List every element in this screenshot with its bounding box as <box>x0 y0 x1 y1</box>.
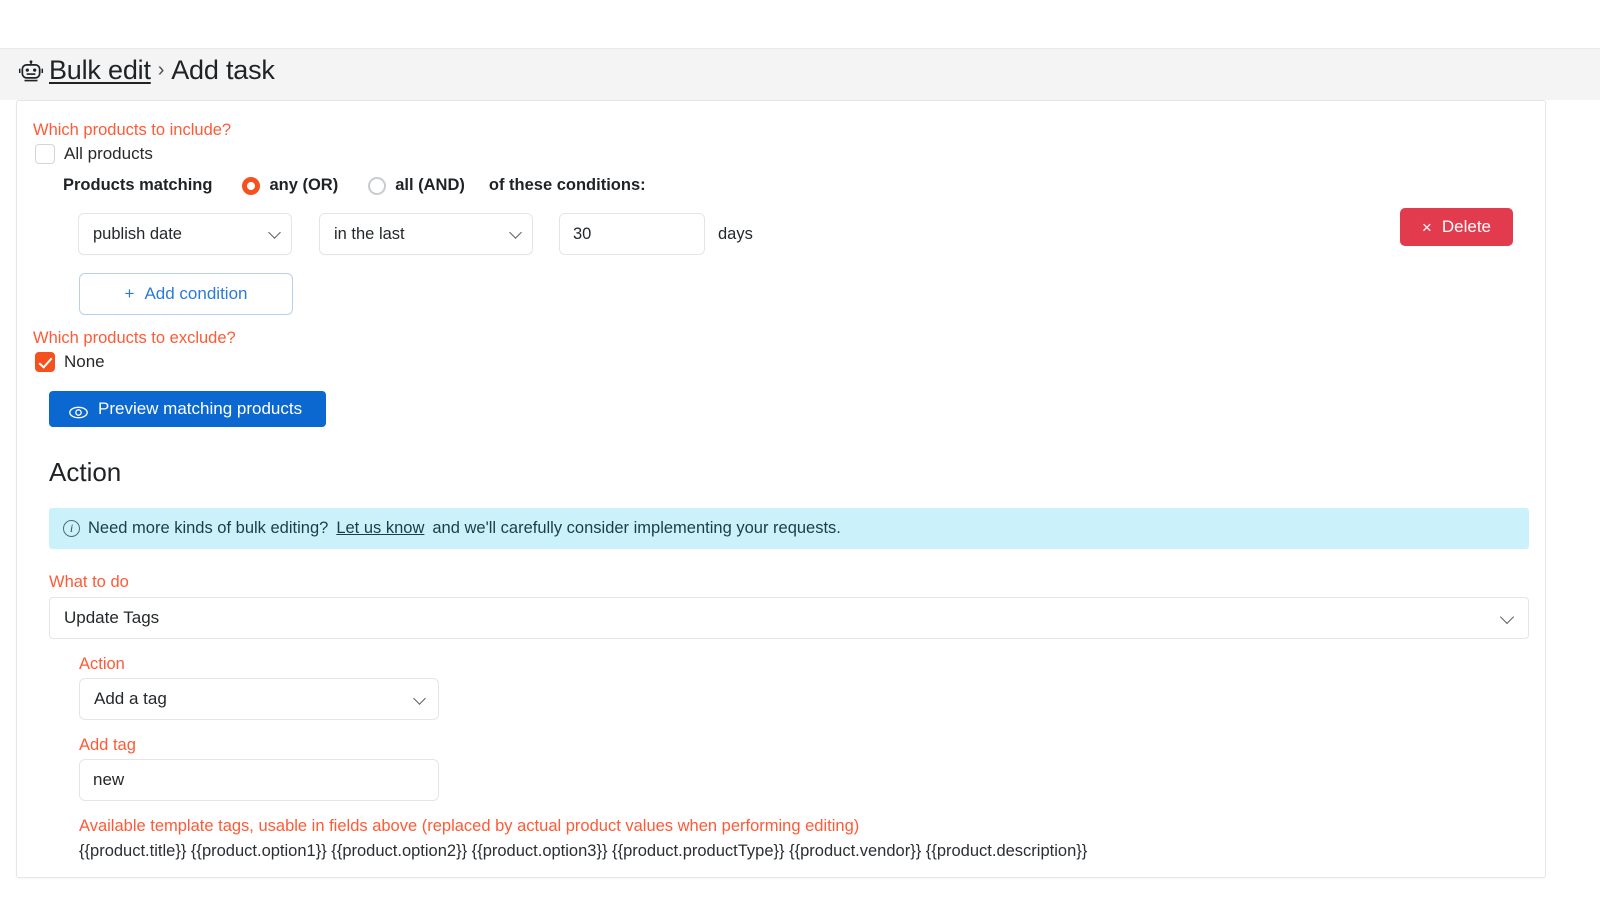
nested-action-select[interactable]: Add a tag <box>79 678 439 720</box>
plus-icon: + <box>125 284 135 304</box>
info-icon: i <box>63 520 80 537</box>
breadcrumb-separator: › <box>156 59 166 82</box>
what-to-do-select[interactable]: Update Tags <box>49 597 1529 639</box>
radio-any-or-label: any (OR) <box>269 176 338 195</box>
nested-action-value: Add a tag <box>94 689 167 709</box>
all-products-checkbox[interactable] <box>35 144 55 164</box>
radio-all-and[interactable]: all (AND) <box>368 176 465 195</box>
radio-any-or[interactable]: any (OR) <box>242 176 338 195</box>
close-icon: × <box>1422 219 1432 236</box>
delete-condition-label: Delete <box>1442 217 1491 237</box>
bulk-edit-page: Bulk edit › Add task Which products to i… <box>0 0 1600 900</box>
products-matching-label: Products matching <box>63 176 212 195</box>
condition-operator-select[interactable]: in the last <box>319 213 533 255</box>
info-banner-link[interactable]: Let us know <box>336 519 424 538</box>
robot-icon <box>18 60 44 86</box>
breadcrumb-link-bulk-edit[interactable]: Bulk edit <box>49 55 151 86</box>
preview-matching-products-label: Preview matching products <box>98 399 302 419</box>
condition-unit-label: days <box>718 225 753 244</box>
condition-field-select[interactable]: publish date <box>78 213 292 255</box>
condition-operator-value: in the last <box>334 225 405 244</box>
of-these-conditions-label: of these conditions: <box>489 176 646 195</box>
radio-all-and-input[interactable] <box>368 177 386 195</box>
action-section-title: Action <box>49 457 1529 488</box>
include-section-label: Which products to include? <box>33 119 1529 141</box>
condition-field-value: publish date <box>93 225 182 244</box>
products-matching-row: Products matching any (OR) all (AND) of … <box>63 176 1529 195</box>
chevron-down-icon <box>268 226 281 239</box>
breadcrumb: Bulk edit › Add task <box>18 55 275 86</box>
radio-any-or-input[interactable] <box>242 177 260 195</box>
all-products-row[interactable]: All products <box>35 144 1529 164</box>
chevron-down-icon <box>413 692 426 705</box>
eye-icon <box>69 404 88 417</box>
preview-matching-products-button[interactable]: Preview matching products <box>49 391 326 427</box>
exclude-none-checkbox[interactable] <box>35 352 55 372</box>
exclude-section-label: Which products to exclude? <box>33 327 1529 349</box>
action-details: Action Add a tag Add tag Available templ… <box>79 653 1529 861</box>
task-form-card: Which products to include? All products … <box>16 100 1546 878</box>
all-products-label: All products <box>64 144 153 164</box>
what-to-do-value: Update Tags <box>64 608 159 628</box>
add-tag-input[interactable] <box>79 759 439 801</box>
chevron-down-icon <box>1500 610 1514 624</box>
template-tags-list: {{product.title}} {{product.option1}} {{… <box>79 842 1529 861</box>
add-tag-label: Add tag <box>79 734 1529 756</box>
breadcrumb-current-add-task: Add task <box>171 55 274 86</box>
template-tags-help: Available template tags, usable in field… <box>79 817 1529 836</box>
what-to-do-label: What to do <box>49 571 1529 593</box>
exclude-none-label: None <box>64 352 105 372</box>
radio-all-and-label: all (AND) <box>395 176 465 195</box>
condition-row: publish date in the last days × Delete <box>78 213 1529 255</box>
nested-action-label: Action <box>79 653 1529 675</box>
add-condition-button[interactable]: + Add condition <box>79 273 293 315</box>
exclude-none-row[interactable]: None <box>35 352 1529 372</box>
condition-value-input[interactable] <box>559 213 705 255</box>
info-banner: i Need more kinds of bulk editing? Let u… <box>49 508 1529 549</box>
add-condition-label: Add condition <box>144 284 247 304</box>
info-banner-text-before: Need more kinds of bulk editing? <box>88 519 328 538</box>
info-banner-text-after: and we'll carefully consider implementin… <box>432 519 841 538</box>
delete-condition-button[interactable]: × Delete <box>1400 208 1513 246</box>
chevron-down-icon <box>509 226 522 239</box>
